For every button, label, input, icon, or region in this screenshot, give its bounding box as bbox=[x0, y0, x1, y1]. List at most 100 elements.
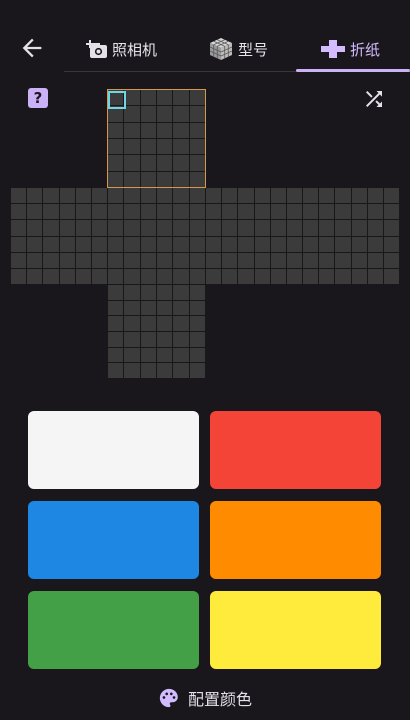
sticker-cell[interactable] bbox=[140, 220, 156, 236]
sticker-cell[interactable] bbox=[43, 236, 59, 252]
sticker-cell[interactable] bbox=[270, 252, 286, 268]
sticker-cell[interactable] bbox=[286, 268, 302, 284]
sticker-cell[interactable] bbox=[156, 252, 173, 268]
sticker-cell[interactable] bbox=[189, 138, 205, 155]
sticker-cell[interactable] bbox=[286, 252, 302, 268]
sticker-cell[interactable] bbox=[140, 188, 156, 204]
back-arrow-icon[interactable] bbox=[18, 34, 46, 62]
sticker-cell[interactable] bbox=[108, 285, 124, 300]
sticker-cell[interactable] bbox=[91, 268, 107, 284]
sticker-cell[interactable] bbox=[140, 122, 156, 138]
sticker-cell[interactable] bbox=[189, 285, 205, 300]
sticker-cell[interactable] bbox=[27, 268, 43, 284]
sticker-cell[interactable] bbox=[108, 300, 124, 316]
sticker-cell[interactable] bbox=[140, 204, 156, 220]
sticker-cell[interactable] bbox=[11, 236, 27, 252]
sticker-cell[interactable] bbox=[206, 204, 222, 220]
help-button[interactable]: ? bbox=[28, 88, 48, 108]
sticker-cell[interactable] bbox=[189, 268, 205, 284]
sticker-cell[interactable] bbox=[156, 220, 173, 236]
sticker-cell[interactable] bbox=[156, 363, 173, 378]
sticker-cell[interactable] bbox=[238, 236, 254, 252]
sticker-cell[interactable] bbox=[108, 171, 124, 187]
sticker-cell[interactable] bbox=[189, 347, 205, 363]
sticker-cell[interactable] bbox=[59, 252, 75, 268]
sticker-cell[interactable] bbox=[173, 188, 189, 204]
sticker-cell[interactable] bbox=[108, 363, 124, 378]
sticker-cell[interactable] bbox=[140, 138, 156, 155]
tab-camera[interactable]: 照相机 bbox=[86, 34, 157, 64]
sticker-cell[interactable] bbox=[59, 188, 75, 204]
sticker-cell[interactable] bbox=[189, 252, 205, 268]
sticker-cell[interactable] bbox=[254, 204, 270, 220]
sticker-cell[interactable] bbox=[351, 252, 367, 268]
sticker-cell[interactable] bbox=[173, 155, 189, 171]
sticker-cell[interactable] bbox=[27, 220, 43, 236]
sticker-cell[interactable] bbox=[189, 316, 205, 331]
sticker-cell[interactable] bbox=[156, 138, 173, 155]
shuffle-icon[interactable] bbox=[362, 87, 386, 111]
sticker-cell[interactable] bbox=[319, 252, 335, 268]
sticker-cell[interactable] bbox=[124, 236, 140, 252]
sticker-cell[interactable] bbox=[140, 90, 156, 106]
sticker-cell[interactable] bbox=[156, 300, 173, 316]
sticker-cell[interactable] bbox=[189, 363, 205, 378]
sticker-cell[interactable] bbox=[319, 236, 335, 252]
sticker-cell[interactable] bbox=[124, 90, 140, 106]
sticker-cell[interactable] bbox=[367, 268, 383, 284]
sticker-cell[interactable] bbox=[91, 220, 107, 236]
sticker-cell[interactable] bbox=[254, 268, 270, 284]
sticker-cell[interactable] bbox=[383, 268, 399, 284]
sticker-cell[interactable] bbox=[303, 268, 319, 284]
face-left[interactable] bbox=[11, 188, 107, 284]
sticker-cell[interactable] bbox=[124, 332, 140, 347]
sticker-cell[interactable] bbox=[238, 268, 254, 284]
sticker-cell[interactable] bbox=[383, 252, 399, 268]
sticker-cell[interactable] bbox=[319, 204, 335, 220]
sticker-cell[interactable] bbox=[156, 171, 173, 187]
sticker-cell[interactable] bbox=[124, 285, 140, 300]
sticker-cell[interactable] bbox=[27, 252, 43, 268]
sticker-cell[interactable] bbox=[124, 347, 140, 363]
sticker-cell[interactable] bbox=[351, 220, 367, 236]
sticker-cell[interactable] bbox=[91, 236, 107, 252]
sticker-cell[interactable] bbox=[189, 106, 205, 122]
sticker-cell[interactable] bbox=[383, 236, 399, 252]
sticker-cell[interactable] bbox=[124, 188, 140, 204]
sticker-cell[interactable] bbox=[124, 300, 140, 316]
sticker-cell[interactable] bbox=[108, 236, 124, 252]
sticker-cell[interactable] bbox=[254, 252, 270, 268]
sticker-cell[interactable] bbox=[206, 236, 222, 252]
sticker-cell[interactable] bbox=[156, 90, 173, 106]
sticker-cell[interactable] bbox=[59, 268, 75, 284]
sticker-cell[interactable] bbox=[156, 155, 173, 171]
sticker-cell[interactable] bbox=[173, 122, 189, 138]
sticker-cell[interactable] bbox=[140, 300, 156, 316]
sticker-cell[interactable] bbox=[75, 252, 91, 268]
tab-model[interactable]: 型号 bbox=[208, 34, 268, 64]
sticker-cell[interactable] bbox=[351, 268, 367, 284]
face-front[interactable] bbox=[108, 188, 205, 284]
sticker-cell[interactable] bbox=[189, 90, 205, 106]
sticker-cell[interactable] bbox=[140, 332, 156, 347]
color-swatch-green[interactable] bbox=[28, 591, 199, 669]
sticker-cell[interactable] bbox=[367, 188, 383, 204]
sticker-cell[interactable] bbox=[91, 188, 107, 204]
sticker-cell[interactable] bbox=[189, 155, 205, 171]
sticker-cell[interactable] bbox=[383, 220, 399, 236]
sticker-cell[interactable] bbox=[270, 268, 286, 284]
sticker-cell[interactable] bbox=[238, 220, 254, 236]
sticker-cell[interactable] bbox=[383, 204, 399, 220]
sticker-cell[interactable] bbox=[124, 204, 140, 220]
sticker-cell[interactable] bbox=[108, 347, 124, 363]
configure-colors-button[interactable]: 配置颜色 bbox=[0, 682, 410, 714]
sticker-cell[interactable] bbox=[124, 106, 140, 122]
sticker-cell[interactable] bbox=[173, 90, 189, 106]
sticker-cell[interactable] bbox=[108, 204, 124, 220]
sticker-cell[interactable] bbox=[75, 220, 91, 236]
sticker-cell[interactable] bbox=[140, 316, 156, 331]
sticker-cell[interactable] bbox=[367, 252, 383, 268]
sticker-cell[interactable] bbox=[189, 236, 205, 252]
sticker-cell[interactable] bbox=[11, 188, 27, 204]
sticker-cell[interactable] bbox=[335, 236, 351, 252]
